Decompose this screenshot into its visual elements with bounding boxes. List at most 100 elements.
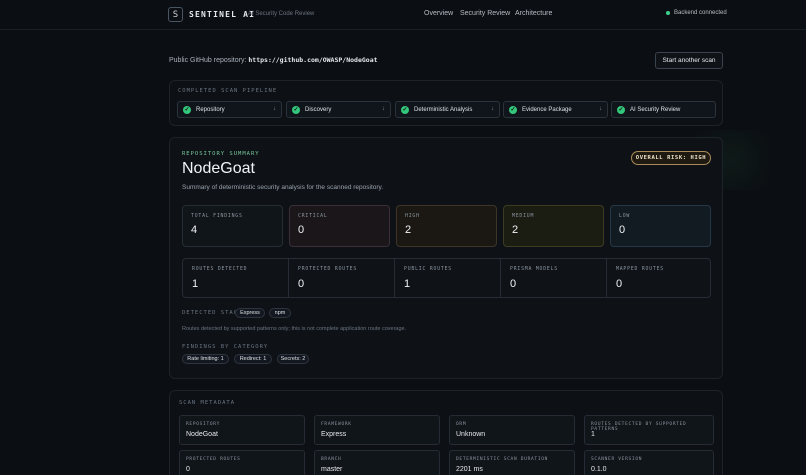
stat-label: LOW — [619, 214, 631, 219]
stat-public-routes: PUBLIC ROUTES 1 — [395, 259, 501, 297]
meta-value: Express — [321, 431, 347, 438]
meta-branch: BRANCH master — [314, 450, 440, 475]
scan-pipeline: COMPLETED SCAN PIPELINE ✓ Repository ↓ ✓… — [169, 80, 723, 126]
summary-description: Summary of deterministic security analys… — [182, 184, 384, 191]
meta-repository: REPOSITORY NodeGoat — [179, 415, 305, 445]
stat-label: HIGH — [405, 214, 420, 219]
stat-high: HIGH 2 — [396, 205, 497, 247]
stat-value: 0 — [619, 224, 626, 236]
findings-by-category-title: FINDINGS BY CATEGORY — [182, 344, 269, 350]
scan-metadata: SCAN METADATA REPOSITORY NodeGoat FRAMEW… — [169, 390, 723, 475]
repository-name: NodeGoat — [182, 160, 255, 177]
meta-framework: FRAMEWORK Express — [314, 415, 440, 445]
meta-value: 2201 ms — [456, 466, 483, 473]
category-tag-redirect: Redirect: 1 — [234, 354, 272, 364]
stat-label: ROUTES DETECTED — [192, 267, 248, 272]
stat-value: 0 — [510, 278, 517, 290]
arrow-down-icon: ↓ — [599, 106, 602, 112]
meta-value: 0.1.0 — [591, 466, 607, 473]
stat-routes-detected: ROUTES DETECTED 1 — [183, 259, 289, 297]
check-icon: ✓ — [292, 105, 300, 114]
meta-scanner-version: SCANNER VERSION 0.1.0 — [584, 450, 714, 475]
top-header: S SENTINEL AI AI Security Code Review Ov… — [0, 0, 806, 30]
step-label: Evidence Package — [522, 106, 572, 113]
step-label: Deterministic Analysis — [414, 106, 473, 113]
stack-tag-express: Express — [235, 308, 265, 318]
repo-line: Public GitHub repository: https://github… — [169, 56, 378, 64]
meta-value: 1 — [591, 431, 595, 438]
meta-label: ORM — [456, 422, 467, 427]
meta-value: Unknown — [456, 431, 486, 438]
category-tag-secrets: Secrets: 2 — [277, 354, 309, 364]
stat-mapped-routes: MAPPED ROUTES 0 — [607, 259, 712, 297]
step-label: Repository — [196, 106, 225, 113]
pipeline-step-discovery[interactable]: ✓ Discovery ↓ — [286, 101, 391, 118]
check-icon: ✓ — [509, 105, 517, 114]
meta-label: PROTECTED ROUTES — [186, 457, 241, 462]
nav-overview[interactable]: Overview — [424, 10, 453, 17]
meta-value: master — [321, 466, 343, 473]
metadata-title: SCAN METADATA — [179, 400, 236, 406]
backend-status-text: Backend connected — [674, 10, 727, 16]
backend-status: Backend connected — [666, 10, 727, 16]
stat-value: 4 — [191, 224, 198, 236]
meta-label: SCANNER VERSION — [591, 457, 643, 462]
stat-value: 0 — [616, 278, 623, 290]
stat-label: TOTAL FINDINGS — [191, 214, 243, 219]
pipeline-step-deterministic-analysis[interactable]: ✓ Deterministic Analysis ↓ — [395, 101, 500, 118]
stat-label: PROTECTED ROUTES — [298, 267, 358, 272]
brand-name: SENTINEL AI — [189, 10, 256, 19]
meta-label: BRANCH — [321, 457, 342, 462]
stat-label: CRITICAL — [298, 214, 328, 219]
meta-scan-duration: DETERMINISTIC SCAN DURATION 2201 ms — [449, 450, 575, 475]
stat-label: PRISMA MODELS — [510, 267, 558, 272]
nav-architecture[interactable]: Architecture — [515, 10, 552, 17]
stat-medium: MEDIUM 2 — [503, 205, 604, 247]
category-tag-rate-limiting: Rate limiting: 1 — [182, 354, 229, 364]
stat-prisma-models: PRISMA MODELS 0 — [501, 259, 607, 297]
status-dot-icon — [666, 11, 670, 15]
stat-value: 0 — [298, 224, 305, 236]
start-another-scan-button[interactable]: Start another scan — [655, 52, 723, 69]
pipeline-step-evidence-package[interactable]: ✓ Evidence Package ↓ — [503, 101, 608, 118]
detected-stack-title: DETECTED STACK — [182, 310, 243, 316]
meta-label: DETERMINISTIC SCAN DURATION — [456, 457, 549, 462]
summary-kicker: REPOSITORY SUMMARY — [182, 151, 260, 157]
stat-total-findings: TOTAL FINDINGS 4 — [182, 205, 283, 247]
meta-label: ROUTES DETECTED BY SUPPORTED PATTERNS — [591, 422, 687, 432]
meta-routes-detected: ROUTES DETECTED BY SUPPORTED PATTERNS 1 — [584, 415, 714, 445]
stat-label: PUBLIC ROUTES — [404, 267, 452, 272]
arrow-down-icon: ↓ — [382, 106, 385, 112]
pipeline-title: COMPLETED SCAN PIPELINE — [178, 88, 278, 94]
step-label: Discovery — [305, 106, 332, 113]
stack-tag-npm: npm — [269, 308, 291, 318]
routes-note: Routes detected by supported patterns on… — [182, 326, 407, 332]
brand-subtitle: AI Security Code Review — [248, 11, 315, 17]
stat-protected-routes: PROTECTED ROUTES 0 — [289, 259, 395, 297]
repo-url: https://github.com/OWASP/NodeGoat — [248, 56, 378, 64]
repo-label: Public GitHub repository: — [169, 57, 247, 64]
meta-orm: ORM Unknown — [449, 415, 575, 445]
logo-icon: S — [168, 7, 183, 22]
route-stats: ROUTES DETECTED 1 PROTECTED ROUTES 0 PUB… — [182, 258, 711, 298]
meta-value: NodeGoat — [186, 431, 218, 438]
stat-value: 2 — [512, 224, 519, 236]
check-icon: ✓ — [617, 105, 625, 114]
meta-label: FRAMEWORK — [321, 422, 352, 427]
stat-value: 0 — [298, 278, 305, 290]
stat-value: 1 — [404, 278, 411, 290]
pipeline-step-repository[interactable]: ✓ Repository ↓ — [177, 101, 282, 118]
meta-protected-routes: PROTECTED ROUTES 0 — [179, 450, 305, 475]
pipeline-step-ai-security-review[interactable]: ✓ AI Security Review — [611, 101, 716, 118]
stat-critical: CRITICAL 0 — [289, 205, 390, 247]
check-icon: ✓ — [183, 105, 191, 114]
arrow-down-icon: ↓ — [491, 106, 494, 112]
stat-value: 2 — [405, 224, 412, 236]
stat-label: MAPPED ROUTES — [616, 267, 664, 272]
nav-security-review[interactable]: Security Review — [460, 10, 510, 17]
step-label: AI Security Review — [630, 106, 681, 113]
meta-value: 0 — [186, 466, 190, 473]
arrow-down-icon: ↓ — [273, 106, 276, 112]
stat-label: MEDIUM — [512, 214, 535, 219]
stat-low: LOW 0 — [610, 205, 711, 247]
